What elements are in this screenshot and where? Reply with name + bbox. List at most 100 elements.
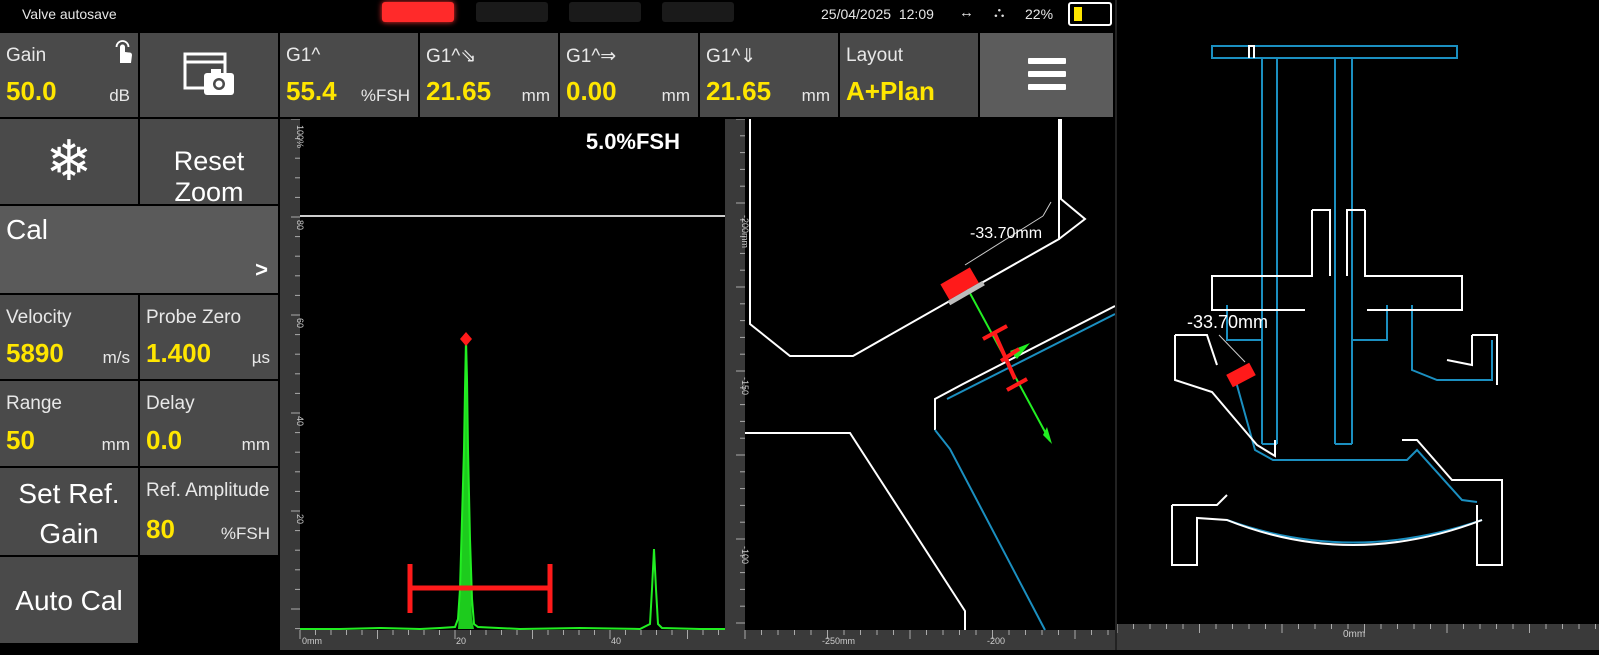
cal-menu[interactable]: Cal > — [0, 206, 280, 295]
status-date: 25/04/2025 — [821, 6, 892, 22]
plan-view-canvas[interactable]: -200mm -150 -100 -250mm -200 -33.70mm — [725, 118, 1116, 650]
range-unit: mm — [101, 435, 130, 454]
valve-disc-inner — [1226, 519, 1483, 544]
reading-g1-soundpath[interactable]: G1^⇘ 21.65 mm — [420, 33, 560, 119]
probe-zero-label: Probe Zero — [146, 307, 242, 328]
alarm-indicator-1 — [382, 2, 454, 22]
valve-bonnet-right — [1364, 210, 1463, 311]
valve-stem-inner — [1261, 58, 1353, 445]
probe-icon[interactable] — [939, 265, 985, 306]
alarm-indicator-3 — [569, 2, 641, 22]
screenshot-button[interactable] — [140, 33, 280, 119]
ascan-x-tick-label: 40 — [611, 636, 621, 646]
reading-value: 55.4 — [286, 76, 337, 106]
ascan-y-tick-label: 20 — [295, 514, 305, 524]
gain-value: 50.0 — [6, 76, 57, 106]
back-wall-line-upper — [946, 313, 1116, 400]
overview-probe-icon[interactable] — [1226, 362, 1256, 388]
ascan-y-tick-label: 100% — [295, 125, 305, 148]
valve-body-inner — [1234, 377, 1478, 503]
ascan-y-tick-label: 40 — [295, 416, 305, 426]
gain-unit: dB — [109, 86, 130, 105]
probe-zero-value: 1.400 — [146, 338, 212, 368]
plan-x-tick-label: -200 — [987, 636, 1005, 646]
valve-body-left — [1174, 335, 1276, 458]
gain-label: Gain — [6, 45, 47, 66]
part-outline-lower — [745, 432, 966, 630]
probe-zero-tile[interactable]: Probe Zero 1.400 µs — [140, 295, 280, 381]
part-outline-edge — [1058, 119, 1087, 240]
reading-unit: mm — [521, 86, 550, 105]
velocity-value: 5890 — [6, 338, 64, 368]
set-ref-gain-button[interactable]: Set Ref. Gain — [0, 468, 140, 557]
overview-canvas[interactable]: 0mm -33.70mm — [1116, 0, 1599, 650]
reset-zoom-button[interactable]: Reset Zoom — [140, 119, 280, 207]
valve-port-inner — [1411, 305, 1493, 381]
status-bar: Valve autosave 25/04/2025 12:09 ↔ ⛬ 22% — [0, 0, 1115, 31]
valve-neck — [1312, 209, 1365, 276]
reading-unit: mm — [801, 86, 830, 105]
reading-label: G1^⇒ — [566, 46, 617, 67]
gate-level-label: 5.0%FSH — [586, 129, 680, 154]
ascan-plot[interactable]: 100% 80 60 40 20 0mm 20 40 5.0%FSH — [280, 118, 725, 650]
status-time: 12:09 — [898, 6, 934, 22]
ascan-view[interactable]: 100% 80 60 40 20 0mm 20 40 5.0%FSH — [280, 118, 725, 650]
layout-value: A+Plan — [846, 76, 935, 106]
range-label: Range — [6, 393, 62, 414]
plan-y-tick-label: -150 — [740, 377, 750, 395]
ref-amplitude-unit: %FSH — [220, 524, 270, 543]
ref-amplitude-label: Ref. Amplitude — [146, 480, 270, 501]
probe-zero-unit: µs — [251, 348, 270, 367]
cal-label: Cal — [6, 214, 49, 245]
range-tile[interactable]: Range 50 mm — [0, 381, 140, 468]
alarm-indicator-2 — [476, 2, 548, 22]
reading-unit: mm — [661, 86, 690, 105]
gain-tile[interactable]: Gain 50.0 dB — [0, 33, 140, 119]
reading-g1-surface-distance[interactable]: G1^⇒ 0.00 mm — [560, 33, 700, 119]
freeze-button[interactable]: ❄ — [0, 119, 140, 206]
valve-disc-rim — [1172, 494, 1228, 506]
ascan-y-tick-label: 60 — [295, 318, 305, 328]
layout-label: Layout — [846, 45, 904, 66]
overview-measurement-label: -33.70mm — [1187, 312, 1268, 332]
velocity-tile[interactable]: Velocity 5890 m/s — [0, 295, 140, 381]
overview-x-tick-label: 0mm — [1343, 629, 1365, 640]
set-ref-gain-line2: Gain — [39, 518, 99, 549]
ascan-x-tick-label: 20 — [456, 636, 466, 646]
valve-body-right-upper — [1446, 334, 1498, 385]
auto-cal-button[interactable]: Auto Cal — [0, 557, 140, 645]
reading-g1-depth[interactable]: G1^⇓ 21.65 mm — [700, 33, 840, 119]
plan-x-scale — [725, 630, 1115, 650]
layout-selector[interactable]: Layout A+Plan — [840, 33, 980, 119]
plan-x-tick-label: -250mm — [822, 636, 855, 646]
valve-body-left-upper — [1175, 334, 1218, 366]
reading-label: G1^ — [286, 45, 321, 66]
valve-stem-outer-left — [1248, 45, 1255, 58]
status-datetime: 25/04/2025 12:09 — [821, 6, 934, 22]
valve-body-right — [1402, 439, 1503, 566]
ref-amplitude-tile[interactable]: Ref. Amplitude 80 %FSH — [140, 468, 280, 557]
menu-button[interactable] — [980, 33, 1115, 119]
ascan-x-tick-label: 0mm — [302, 636, 322, 646]
alarm-indicator-4 — [662, 2, 734, 22]
ascan-y-scale — [280, 119, 300, 650]
snowflake-icon: ❄ — [45, 129, 93, 192]
app-title: Valve autosave — [22, 6, 117, 22]
chevron-right-icon: > — [255, 257, 268, 282]
reading-value: 0.00 — [566, 76, 617, 106]
delay-tile[interactable]: Delay 0.0 mm — [140, 381, 280, 468]
delay-unit: mm — [241, 435, 270, 454]
velocity-label: Velocity — [6, 307, 72, 328]
part-outline-inner — [934, 305, 1116, 430]
reading-g1-amplitude[interactable]: G1^ 55.4 %FSH — [280, 33, 420, 119]
ascan-y-tick-label: 80 — [295, 220, 305, 230]
plan-view[interactable]: -200mm -150 -100 -250mm -200 -33.70mm — [725, 118, 1116, 650]
delay-label: Delay — [146, 393, 195, 414]
reading-unit: %FSH — [360, 86, 410, 105]
reset-zoom-label: Reset Zoom — [173, 146, 245, 207]
network-icon: ⛬ — [994, 4, 1005, 21]
auto-cal-label: Auto Cal — [15, 585, 123, 616]
touch-icon — [115, 40, 133, 63]
overview-view[interactable]: 0mm -33.70mm — [1115, 0, 1599, 650]
screenshot-icon — [183, 52, 234, 95]
